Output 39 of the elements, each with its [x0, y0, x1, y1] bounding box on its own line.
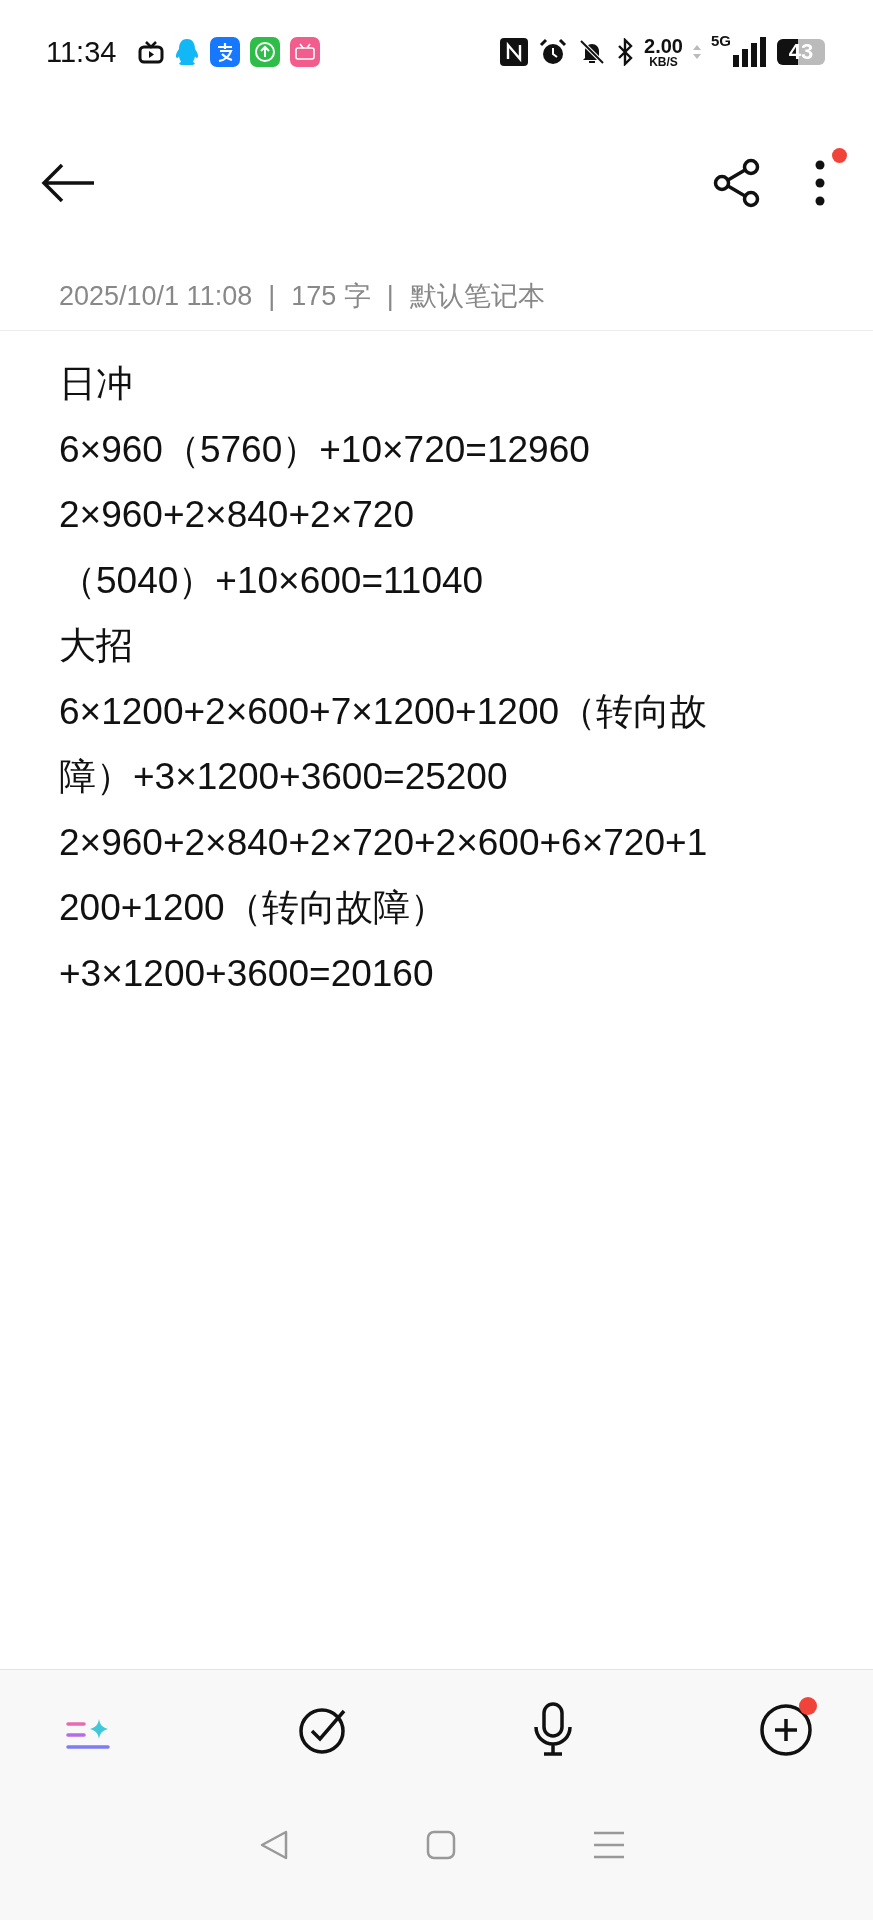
home-nav-icon[interactable]: [425, 1830, 456, 1860]
upload-app-icon: [250, 37, 281, 67]
separator: |: [268, 280, 276, 312]
signal-icon: [733, 37, 767, 67]
speed-value: 2.00: [644, 36, 683, 56]
speed-unit: KB/S: [649, 56, 678, 68]
mute-bell-icon: [578, 38, 607, 66]
word-count: 175 字: [291, 280, 371, 313]
note-line: 日冲: [59, 362, 134, 406]
back-nav-icon[interactable]: [258, 1829, 289, 1861]
video-app-icon: [290, 37, 321, 67]
add-icon[interactable]: [758, 1703, 813, 1757]
network-type: 5G: [711, 32, 731, 49]
note-line: 大招: [59, 624, 134, 668]
share-icon[interactable]: [713, 158, 761, 208]
status-time: 11:34: [46, 35, 117, 69]
menu-nav-icon[interactable]: [592, 1830, 625, 1860]
more-icon[interactable]: [815, 160, 825, 206]
bluetooth-icon: [616, 38, 635, 66]
data-arrows-icon: [693, 43, 701, 61]
note-line: 6×1200+2×600+7×1200+1200（转向故: [59, 689, 709, 734]
back-icon[interactable]: [40, 162, 96, 204]
alarm-icon: [538, 37, 569, 67]
note-line: +3×1200+3600=20160: [59, 951, 435, 996]
nfc-icon: [500, 38, 529, 66]
microphone-icon[interactable]: [533, 1702, 574, 1758]
note-line: 障）+3×1200+3600=25200: [59, 755, 509, 799]
notebook-name: 默认笔记本: [409, 280, 545, 313]
note-line: 200+1200（转向故障）: [59, 886, 448, 930]
checkmark-circle-icon[interactable]: [297, 1705, 348, 1755]
note-date: 2025/10/1 11:08: [59, 280, 253, 312]
penguin-icon: [174, 38, 201, 66]
note-line: 2×960+2×840+2×720+2×600+6×720+1: [59, 820, 709, 865]
tv-icon: [138, 40, 165, 64]
separator: |: [386, 280, 394, 312]
note-line: 6×960（5760）+10×720=12960: [59, 427, 591, 472]
note-line: 2×960+2×840+2×720: [59, 493, 415, 537]
note-line: （5040）+10×600=11040: [59, 558, 485, 603]
pay-app-icon: [210, 37, 241, 67]
